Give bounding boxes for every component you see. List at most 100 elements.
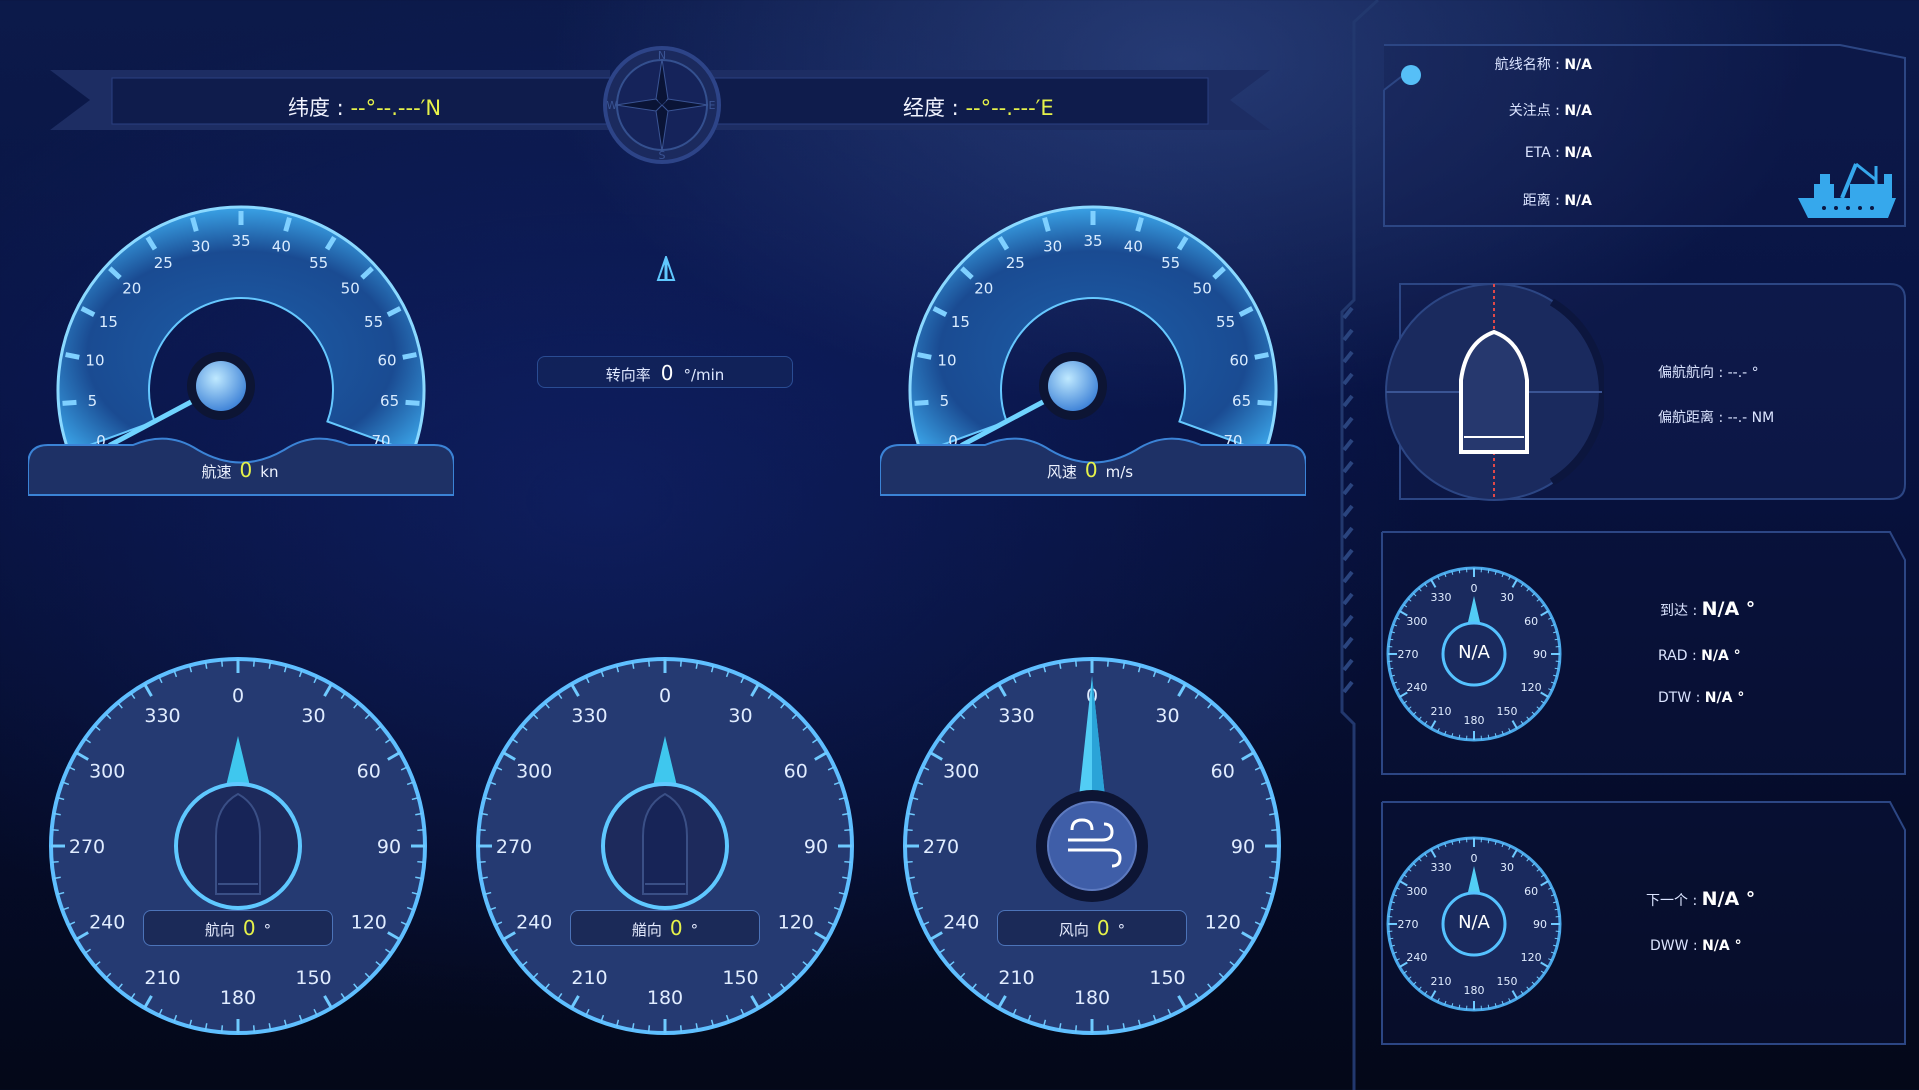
dial-tick-label: 180 xyxy=(220,987,256,1009)
dial-tick-label: 210 xyxy=(571,967,607,989)
speed-tick-label: 40 xyxy=(272,238,291,256)
speed-tick-label: 5 xyxy=(88,392,98,410)
rad-label: RAD : xyxy=(1658,648,1697,664)
dial-tick xyxy=(905,860,913,864)
arrive-label: 到达 : xyxy=(1660,603,1698,619)
speed-label: 航速 xyxy=(201,463,232,481)
dial-tick xyxy=(844,860,852,864)
dial-tick xyxy=(478,828,486,832)
dial-tick xyxy=(1106,1025,1110,1033)
wind-direction-unit: ° xyxy=(1117,921,1126,939)
dial-tick-label: 0 xyxy=(659,685,671,707)
dial-tick xyxy=(478,860,486,864)
bow-readout: 艏向 0 ° xyxy=(570,910,760,946)
poi-row: 关注点 : N/A xyxy=(1509,100,1592,120)
dial-tick-label: 240 xyxy=(943,912,979,934)
mini-dial-tick-label: 90 xyxy=(1533,918,1547,931)
wind-direction-label: 风向 xyxy=(1058,921,1089,939)
dial-tick-label: 330 xyxy=(571,705,607,727)
dial-tick-label: 330 xyxy=(144,705,180,727)
dial-tick-label: 270 xyxy=(69,836,105,858)
route-name-row: 航线名称 : N/A xyxy=(1495,54,1592,74)
compass-s: S xyxy=(659,149,666,162)
dial-tick xyxy=(1074,1025,1078,1033)
route-indicator-dot xyxy=(1400,64,1422,90)
wind-direction-readout: 风向 0 ° xyxy=(997,910,1187,946)
mini-dial-tick xyxy=(1458,1004,1461,1009)
speed-tick-label: 10 xyxy=(85,351,104,369)
dial-tick xyxy=(647,659,651,667)
poi-value: N/A xyxy=(1564,103,1592,119)
dial-tick-label: 300 xyxy=(943,761,979,783)
rad-row: RAD : N/A ° xyxy=(1658,648,1741,664)
dial-tick-label: 150 xyxy=(722,967,758,989)
dial-tick-label: 150 xyxy=(1149,967,1185,989)
wind-tick-label: 15 xyxy=(951,313,970,331)
mini-dial-tick-label: 240 xyxy=(1406,681,1427,694)
wind-tick xyxy=(917,352,932,360)
longitude-value: --°--.---′E xyxy=(965,96,1054,120)
mini-dial-tick xyxy=(1458,839,1461,844)
heading-label: 航向 xyxy=(204,921,235,939)
dial-tick xyxy=(905,828,913,832)
dial-tick xyxy=(1271,828,1279,832)
wind-tick-label: 25 xyxy=(1006,254,1025,272)
dial-tick-label: 30 xyxy=(1155,705,1179,727)
mini-dial-tick-label: 0 xyxy=(1471,852,1478,865)
wind-speed-gauge-dial: 051015202530 35 40555055606570 xyxy=(879,205,1307,496)
eta-label: ETA : xyxy=(1524,145,1560,161)
latitude-label: 纬度 : xyxy=(288,96,351,120)
dial-tick xyxy=(417,860,425,864)
wind-tick-label: 55 xyxy=(1216,313,1235,331)
wind-tick-label: 30 xyxy=(1043,238,1062,256)
mini-dial-tick-label: 330 xyxy=(1431,591,1452,604)
dww-row: DWW : N/A ° xyxy=(1650,938,1742,954)
dtw-row: DTW : N/A ° xyxy=(1658,690,1744,706)
wind-tick-label: 20 xyxy=(974,280,993,298)
wind-tick xyxy=(1254,352,1269,360)
dial-tick-label: 210 xyxy=(998,967,1034,989)
dial-tick-label: 60 xyxy=(357,761,381,783)
distance-label: 距离 : xyxy=(1522,193,1560,209)
dial-tick-label: 270 xyxy=(496,836,532,858)
mini-dial-tick-label: 90 xyxy=(1533,648,1547,661)
eta-row: ETA : N/A xyxy=(1525,145,1592,161)
route-name-value: N/A xyxy=(1564,57,1592,73)
dial-tick-label: 90 xyxy=(377,836,401,858)
wind-hub xyxy=(1048,361,1098,411)
mini-dial-tick-label: 120 xyxy=(1521,951,1542,964)
speed-tick-label: 50 xyxy=(341,280,360,298)
speed-tick-label: 25 xyxy=(154,254,173,272)
mini-dial-tick-label: 180 xyxy=(1464,984,1485,997)
mini-dial-tick-label: 150 xyxy=(1497,975,1518,988)
dial-tick xyxy=(647,1025,651,1033)
offset-distance-row: 偏航距离 : --.- NM xyxy=(1658,407,1774,427)
wind-tick-label: 35 xyxy=(1083,232,1102,250)
rate-of-turn-unit: °/min xyxy=(683,366,725,384)
compass-w: W xyxy=(607,99,618,112)
mini-dial-tick-label: 210 xyxy=(1431,705,1452,718)
speed-readout: 航速 0 kn xyxy=(140,458,340,498)
poi-label: 关注点 : xyxy=(1508,103,1560,119)
dial-tick xyxy=(1074,659,1078,667)
latitude-readout: 纬度 : --°--.---′N xyxy=(288,92,441,122)
ship-hull-icon xyxy=(642,792,688,895)
route-name-label: 航线名称 : xyxy=(1494,57,1560,73)
speed-gauge: 0 5 10 15 20 25 30 35 40 55 50 55 60 65 70 xyxy=(27,190,455,504)
wind-speed-label: 风速 xyxy=(1046,463,1077,481)
mini-dial-tick-label: 30 xyxy=(1500,861,1514,874)
dial-tick-label: 90 xyxy=(1231,836,1255,858)
speed-tick xyxy=(62,399,77,406)
compass-rose-icon: N E S W xyxy=(602,45,722,169)
wind-speed-value: 0 xyxy=(1084,458,1098,482)
dial-tick-label: 300 xyxy=(89,761,125,783)
wind-tick-label: 40 xyxy=(1124,238,1143,256)
compass-e: E xyxy=(709,99,716,112)
speed-unit: kn xyxy=(260,463,279,481)
wind-direction-dial-face: 0 30 60 90 120 150 180 210 240 270 300 330 xyxy=(903,657,1281,1035)
speed-tick-label: 55 xyxy=(309,254,328,272)
mini-dial-tick-label: 60 xyxy=(1524,885,1538,898)
wind-speed-readout: 风速 0 m/s xyxy=(990,458,1190,498)
eta-value: N/A xyxy=(1564,145,1592,161)
dial-tick xyxy=(252,1025,256,1033)
